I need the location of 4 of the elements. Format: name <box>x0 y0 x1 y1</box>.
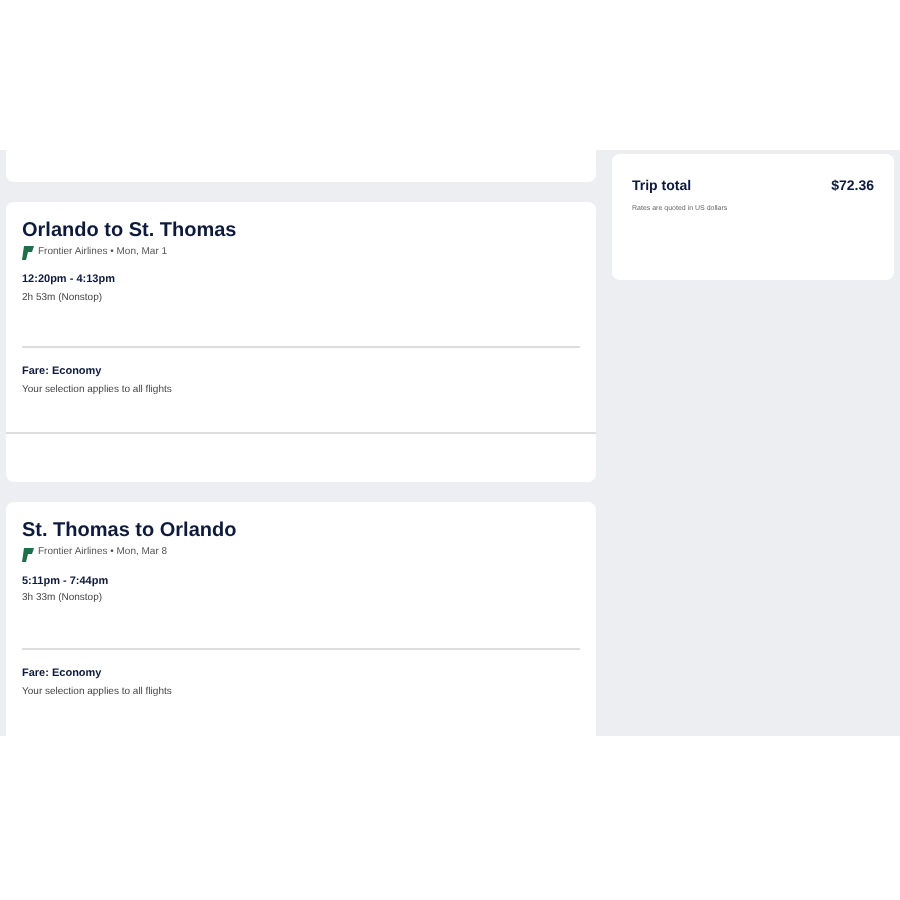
route-title: Orlando to St. Thomas <box>22 219 239 244</box>
route-title: St. Thomas to Orlando <box>22 520 239 545</box>
tail-logo-icon <box>22 246 34 261</box>
tail-logo-icon <box>22 547 34 562</box>
